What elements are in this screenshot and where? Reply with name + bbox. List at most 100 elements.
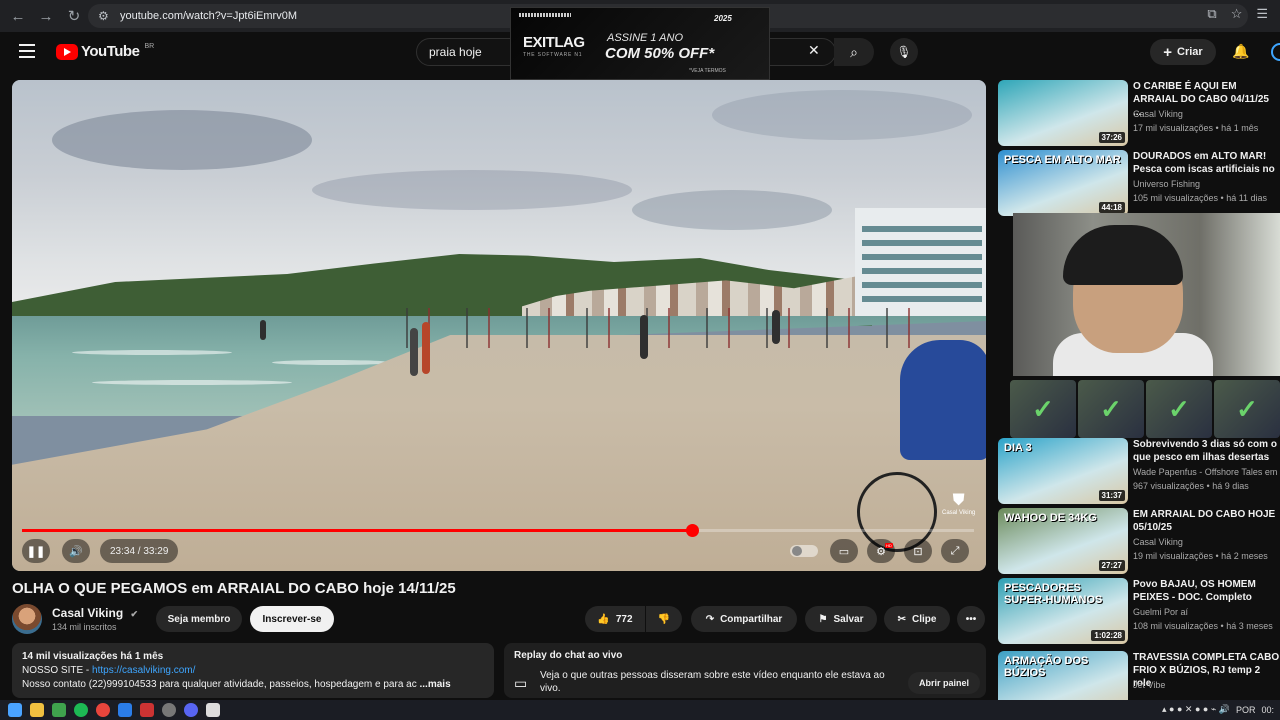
more-actions-button[interactable]: •••: [957, 606, 985, 632]
forward-icon[interactable]: →: [32, 2, 60, 30]
tray-icons[interactable]: ▴ ● ● ✕ ● ● ⌁ 🔊: [1162, 704, 1230, 715]
recommended-channel[interactable]: Universo Fishing: [1133, 179, 1200, 189]
site-settings-icon[interactable]: ⚙: [98, 9, 109, 23]
video-duration: 31:37: [1098, 490, 1125, 501]
clip-button[interactable]: ✂ Clipe: [884, 606, 950, 632]
app-icon[interactable]: [206, 703, 220, 717]
back-icon[interactable]: ←: [4, 2, 32, 30]
recommended-video[interactable]: PESCADORES SUPER-HUMANOS 1:02:28 Povo BAJA…: [998, 578, 1280, 644]
chrome-icon[interactable]: [96, 703, 110, 717]
recommended-video[interactable]: 37:26 O CARIBE É AQUI EM ARRAIAL DO CABO …: [998, 80, 1280, 146]
recommended-video-title[interactable]: Povo BAJAU, OS HOMEM PEIXES - DOC. Compl…: [1133, 578, 1280, 604]
description-box[interactable]: 14 mil visualizações há 1 mês NOSSO SITE…: [12, 643, 494, 698]
recommended-channel[interactable]: Guelmi Por aí: [1133, 607, 1188, 617]
time-display: 23:34 / 33:29: [100, 539, 179, 563]
check-icon: ✓: [1078, 380, 1144, 438]
check-icon: ✓: [1214, 380, 1280, 438]
reload-icon[interactable]: ↻: [60, 2, 88, 30]
account-avatar[interactable]: [1271, 43, 1280, 61]
video-thumbnail[interactable]: PESCADORES SUPER-HUMANOS 1:02:28: [998, 578, 1128, 644]
windows-start-icon[interactable]: [8, 703, 22, 717]
thumbnail-caption: PESCA EM ALTO MAR: [1004, 154, 1121, 166]
recommended-video[interactable]: PESCA EM ALTO MAR 44:18 DOURADOS em ALTO M…: [998, 150, 1280, 216]
streamer-webcam-overlay: [1013, 213, 1280, 376]
clear-search-icon[interactable]: ✕: [808, 42, 820, 59]
video-player[interactable]: ⛊ Casal Viking ❚❚ 🔊 23:34 / 33:29 ▭ ⚙ HD…: [12, 80, 986, 571]
youtube-logo[interactable]: YouTube BR: [56, 43, 154, 60]
spotify-icon[interactable]: [74, 703, 88, 717]
recommended-channel[interactable]: Casal Viking: [1133, 109, 1183, 119]
more-dots-icon: •••: [965, 613, 977, 625]
person-figure: [422, 322, 430, 374]
language-indicator[interactable]: POR: [1236, 705, 1256, 715]
recommended-video[interactable]: DIA 3 31:37 Sobrevivendo 3 dias só com o q…: [998, 438, 1280, 504]
recommended-meta: 105 mil visualizações • há 11 dias: [1133, 193, 1268, 203]
search-query: praia hoje: [429, 45, 482, 59]
ad-stripes: [519, 13, 571, 17]
bookmark-star-icon[interactable]: ☆: [1231, 6, 1243, 22]
install-app-icon[interactable]: ⧉: [1207, 6, 1216, 22]
notifications-bell-icon[interactable]: 🔔: [1232, 43, 1249, 60]
person-figure: [772, 310, 780, 344]
save-button[interactable]: ⚑ Salvar: [805, 606, 877, 632]
like-button[interactable]: 👍 772: [585, 606, 645, 632]
recommended-video-title[interactable]: DOURADOS em ALTO MAR! Pesca com iscas ar…: [1133, 150, 1280, 176]
clock[interactable]: 00:: [1261, 705, 1274, 715]
play-logo-icon: [56, 43, 78, 60]
video-thumbnail[interactable]: 37:26: [998, 80, 1128, 146]
viking-logo-icon: ⛊: [952, 492, 965, 509]
video-duration: 1:02:28: [1091, 630, 1125, 641]
join-button[interactable]: Seja membro: [156, 606, 242, 632]
recommended-meta: 967 visualizações • há 9 dias: [1133, 481, 1249, 491]
menu-icon[interactable]: [19, 44, 35, 62]
app-icon[interactable]: [118, 703, 132, 717]
share-button[interactable]: ↷ Compartilhar: [691, 606, 797, 632]
subtitles-button[interactable]: ▭: [830, 539, 858, 563]
url-text: youtube.com/watch?v=Jpt6iEmrv0M: [120, 10, 297, 22]
person-figure: [410, 328, 418, 376]
recommended-meta: 108 mil visualizações • há 3 meses: [1133, 621, 1273, 631]
recommended-channel[interactable]: Wade Papenfus - Offshore Tales em: [1133, 467, 1277, 477]
video-duration: 27:27: [1098, 560, 1125, 571]
video-thumbnail[interactable]: PESCA EM ALTO MAR 44:18: [998, 150, 1128, 216]
crowd-on-beach: [392, 308, 912, 348]
video-thumbnail[interactable]: WAHOO DE 34KG 27:27: [998, 508, 1128, 574]
settings-button[interactable]: ⚙ HD: [867, 539, 895, 563]
app-icon[interactable]: [140, 703, 154, 717]
recommended-video[interactable]: WAHOO DE 34KG 27:27 EM ARRAIAL DO CABO HOJ…: [998, 508, 1280, 574]
reading-list-icon[interactable]: ☰: [1256, 6, 1268, 22]
progress-bar[interactable]: [22, 524, 974, 537]
scissors-icon: ✂: [897, 613, 906, 625]
file-explorer-icon[interactable]: [30, 703, 44, 717]
voice-search-button[interactable]: 🎙: [890, 38, 918, 66]
discord-icon[interactable]: [184, 703, 198, 717]
dislike-button[interactable]: 👎: [646, 606, 682, 632]
recommended-channel[interactable]: Casal Viking: [1133, 537, 1183, 547]
fullscreen-button[interactable]: ⤢: [941, 539, 969, 563]
theater-mode-icon: ⊡: [913, 545, 923, 558]
pause-button[interactable]: ❚❚: [22, 539, 50, 563]
channel-name[interactable]: Casal Viking ✔: [52, 606, 138, 620]
create-button[interactable]: + Criar: [1150, 39, 1216, 65]
volume-button[interactable]: 🔊: [62, 539, 90, 563]
autoplay-toggle[interactable]: [790, 545, 818, 557]
recommended-video-title[interactable]: Sobrevivendo 3 dias só com o que pesco e…: [1133, 438, 1280, 464]
search-button[interactable]: ⌕: [834, 38, 874, 66]
thumbnail-caption: DIA 3: [1004, 442, 1032, 454]
open-panel-button[interactable]: Abrir painel: [908, 672, 980, 694]
check-icon: ✓: [1146, 380, 1212, 438]
show-more-link[interactable]: ...mais: [420, 679, 451, 690]
recommended-video-title[interactable]: EM ARRAIAL DO CABO HOJE 05/10/25: [1133, 508, 1280, 534]
video-duration: 37:26: [1098, 132, 1125, 143]
miniplayer-button[interactable]: ⊡: [904, 539, 932, 563]
exitlag-ad-banner[interactable]: 2025 EXITLAG THE SOFTWARE N1 ASSINE 1 AN…: [510, 7, 770, 80]
app-icon[interactable]: [52, 703, 66, 717]
share-icon: ↷: [705, 613, 715, 625]
video-thumbnail[interactable]: DIA 3 31:37: [998, 438, 1128, 504]
channel-avatar[interactable]: [12, 604, 42, 634]
app-icon[interactable]: [162, 703, 176, 717]
recommended-channel[interactable]: Jet Vibe: [1133, 680, 1165, 690]
site-link[interactable]: https://casalviking.com/: [92, 665, 195, 676]
subscribe-button[interactable]: Inscrever-se: [250, 606, 334, 632]
progress-played: [22, 529, 693, 532]
